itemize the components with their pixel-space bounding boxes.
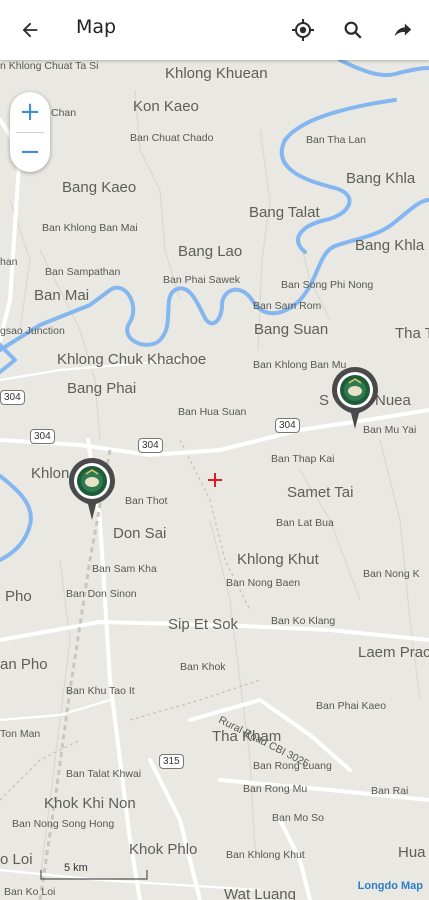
map-label: Khok Khi Non xyxy=(44,795,136,812)
search-button[interactable] xyxy=(333,10,373,50)
map-label: Ban Ko Klang xyxy=(271,615,336,627)
back-button[interactable] xyxy=(10,10,50,50)
map-label: Hua xyxy=(398,844,426,861)
map-label: Ban Lat Bua xyxy=(276,517,334,529)
map-label: Ban Sam Rom xyxy=(253,300,322,312)
zoom-control: + − xyxy=(10,92,50,172)
map-label: Ban Mo So xyxy=(272,812,324,824)
locate-button[interactable] xyxy=(283,10,323,50)
map-label: Ban Mai xyxy=(34,287,90,304)
map-pin-icon xyxy=(69,458,115,520)
map-label: Pho xyxy=(5,588,32,605)
road-shield: 315 xyxy=(159,754,184,769)
map-pin-icon xyxy=(332,367,378,429)
crosshair-plus-icon xyxy=(208,473,222,487)
map-label: Ban Sam Kha xyxy=(92,563,157,575)
map-label: Ban Tha Lan xyxy=(306,134,366,146)
map-label: Samet Tai xyxy=(287,484,354,501)
map-label: Ban Nong Song Hong xyxy=(12,818,115,830)
map-label: Khlong Khuean xyxy=(165,65,268,82)
map-label: Ban Hua Suan xyxy=(178,406,247,418)
gps-fix-icon xyxy=(292,19,314,41)
share-arrow-icon xyxy=(394,23,412,37)
map-label: an Pho xyxy=(0,656,48,673)
map-label: Bang Suan xyxy=(254,321,329,338)
map-label: Khlon xyxy=(31,465,70,482)
map-label: o Loi xyxy=(0,851,33,868)
map-label: Ban Khlong Khut xyxy=(226,849,305,861)
poi-pin[interactable] xyxy=(330,365,380,431)
map-label: Khok Phlo xyxy=(129,841,198,858)
map-label: Ban Phai Sawek xyxy=(163,274,241,286)
map-label: n Khlong Chuat Ta Si xyxy=(0,60,99,72)
map-label: Khlong Khut xyxy=(237,551,319,568)
map-label: Laem Prac xyxy=(358,644,429,661)
search-icon xyxy=(344,21,362,39)
map-label: gsao Junction xyxy=(0,325,65,337)
zoom-out-button[interactable]: − xyxy=(10,132,50,172)
map-label: Bang Kaeo xyxy=(62,179,137,196)
scale-bar: 5 km xyxy=(40,862,148,880)
map-label: Ban Phai Kaeo xyxy=(316,700,387,712)
map-label: Ban Nong K xyxy=(363,568,420,580)
map-label: Ban Sampathan xyxy=(45,266,121,278)
app-bar: Map xyxy=(0,0,429,60)
poi-pin[interactable] xyxy=(67,456,117,522)
map-label: Ban Nong Baen xyxy=(226,577,301,589)
map-label: Bang Lao xyxy=(178,243,243,260)
map-label: Bang Talat xyxy=(249,204,320,221)
map-label: Bang Phai xyxy=(67,380,137,397)
map-label: Ban Rong Mu xyxy=(243,783,308,795)
map-label: Wat Luang xyxy=(224,886,296,900)
map-label: Nuea xyxy=(375,392,411,409)
map-label: Sip Et Sok xyxy=(168,616,239,633)
map-label: Bang Khla xyxy=(346,170,416,187)
map-label: Ban Song Phi Nong xyxy=(281,279,374,291)
map-label: han xyxy=(0,256,18,268)
road-shield: 304 xyxy=(30,429,55,444)
page-title: Map xyxy=(76,16,117,38)
map-label: Ban Talat Khwai xyxy=(66,768,142,780)
map-label: Ban Khu Tao It xyxy=(66,685,135,697)
map-label: Khlong Chuk Khachoe xyxy=(57,351,207,368)
map-label: Ban Don Sinon xyxy=(66,588,137,600)
map-label: Ban Rong Luang xyxy=(253,760,332,772)
map-label: Chan xyxy=(51,107,77,119)
map-view[interactable]: Khlong Khuean Kon Kaeo Bang Kaeo Bang Kh… xyxy=(0,60,429,900)
map-label: Tha T xyxy=(395,325,429,342)
map-brand-logo[interactable]: Longdo Map xyxy=(358,880,423,892)
zoom-in-button[interactable]: + xyxy=(10,92,50,132)
road-shield: 304 xyxy=(138,438,163,453)
map-label: Don Sai xyxy=(113,525,167,542)
map-label: Ban Khok xyxy=(180,661,226,673)
map-label: Ban Ko Loi xyxy=(4,886,56,898)
map-label: Ban Thap Kai xyxy=(271,453,335,465)
scale-line xyxy=(40,870,148,880)
map-label: Ban Chuat Chado xyxy=(130,132,214,144)
arrow-left-icon xyxy=(22,22,38,38)
share-button[interactable] xyxy=(383,10,423,50)
road-shield: 304 xyxy=(275,418,300,433)
map-label: Ban Khlong Ban Mai xyxy=(42,222,138,234)
map-label: S xyxy=(319,392,330,409)
map-label: Ton Man xyxy=(0,728,41,740)
map-label: Ban Rai xyxy=(371,785,409,797)
road-shield: 304 xyxy=(0,390,25,405)
map-label: Kon Kaeo xyxy=(133,98,199,115)
map-label: Ban Thot xyxy=(125,495,168,507)
map-label: Bang Khla xyxy=(355,237,425,254)
